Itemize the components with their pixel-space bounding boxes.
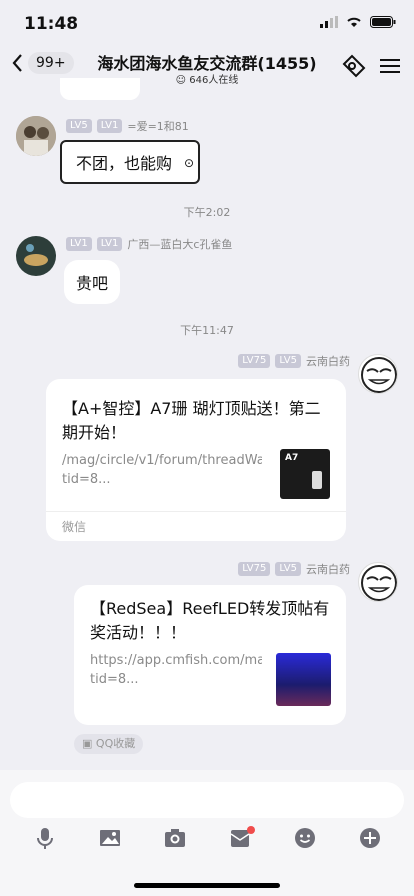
microphone-icon[interactable] [33,826,57,850]
ticket-icon[interactable] [340,54,366,78]
link-card[interactable]: 【RedSea】ReefLED转发顶帖有奖活动！！！ https://app.c… [74,585,346,725]
message-bubble[interactable]: 贵吧 [64,260,121,304]
card-title: 【A+智控】A7珊 瑚灯顶贴送！第二期开始！ [62,399,321,442]
time-separator: 下午11:47 [180,324,234,337]
card-source: QQ收藏 [95,737,136,750]
sender-name: 广西—蓝白大c孔雀鱼 [127,238,233,251]
input-area [0,770,414,896]
menu-icon[interactable] [380,57,400,75]
avatar[interactable] [16,116,56,156]
sender-name: 云南白药 [306,563,350,576]
level-badge: LV75 [238,354,271,368]
level-badge: LV5 [66,119,92,133]
link-card[interactable]: 【A+智控】A7珊 瑚灯顶贴送！第二期开始！ /mag/circle/v1/fo… [46,379,346,541]
level-tag: LV1 [96,119,123,133]
level-tag: LV5 [275,562,301,576]
message-input[interactable] [10,782,404,818]
back-button[interactable]: 99+ [10,52,74,74]
card-url: https://app.cmfish.com/mag/circle/v1/for… [90,653,262,687]
emoji-icon[interactable] [293,826,317,850]
message-text: 不团，也能购 [76,154,173,173]
chevron-left-icon [12,54,22,72]
level-tag: LV1 [96,237,123,251]
home-indicator [134,883,280,888]
plus-icon[interactable] [358,826,382,850]
red-packet-button[interactable] [228,826,255,854]
sender-info: LV75 LV5 云南白药 [238,353,350,369]
sender-info: LV1 LV1 广西—蓝白大c孔雀鱼 [66,236,232,252]
thumbnail-label: A7 [285,453,299,463]
card-title: 【RedSea】ReefLED转发顶帖有奖活动！！！ [90,599,330,642]
sender-info: LV5 LV1 =爱=1和81 [66,118,189,134]
star-icon: ▣ [82,737,93,750]
unread-badge: 99+ [28,52,74,74]
wifi-icon [347,17,361,27]
level-tag: LV5 [275,354,301,368]
level-badge: LV1 [66,237,92,251]
camera-icon[interactable] [163,826,187,850]
message-bubble[interactable]: 不团，也能购 ⊙ [60,140,201,184]
image-icon[interactable] [98,826,122,850]
card-thumbnail [276,653,331,706]
sender-name: 云南白药 [306,355,350,368]
card-source: 微信 [62,520,87,534]
avatar[interactable] [358,354,398,394]
avatar[interactable] [358,562,398,602]
avatar[interactable] [16,236,56,276]
message-text: 贵吧 [76,274,109,293]
previous-bubble [60,78,140,100]
input-toolbar [0,826,414,854]
source-tag[interactable]: ▣ QQ收藏 [74,734,144,754]
status-bar: 11:48 [0,0,414,46]
sender-info: LV75 LV5 云南白药 [238,561,350,577]
level-badge: LV75 [238,562,271,576]
battery-icon [370,16,396,28]
card-url: /mag/circle/v1/forum/threadWapPage?tid=8… [62,453,262,487]
status-time: 11:48 [24,14,79,34]
card-thumbnail: A7 [280,449,330,499]
robot-face-icon: ⊙ [183,156,195,170]
signal-icon [320,16,338,28]
sender-name: =爱=1和81 [127,120,189,133]
notification-dot [246,826,255,834]
time-separator: 下午2:02 [183,206,231,219]
